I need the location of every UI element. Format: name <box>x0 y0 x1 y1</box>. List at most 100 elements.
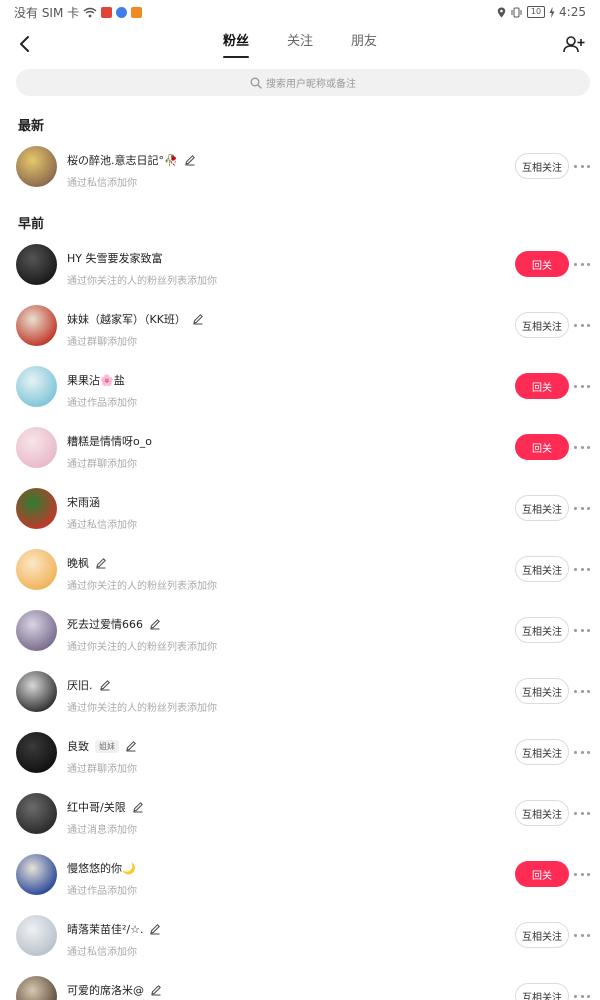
more-options-icon[interactable] <box>574 806 590 820</box>
search-input[interactable]: 搜索用户昵称或备注 <box>16 69 590 96</box>
more-options-icon[interactable] <box>574 379 590 393</box>
fan-row[interactable]: HY 失雪要发家致富通过你关注的人的粉丝列表添加你 回关 <box>0 244 600 305</box>
avatar[interactable] <box>16 915 57 956</box>
user-nickname[interactable]: 晴落茉苗佳²/☆. <box>67 921 143 937</box>
user-nickname[interactable]: 慢悠悠的你🌙 <box>67 860 136 876</box>
more-options-icon[interactable] <box>574 867 590 881</box>
follow-source-text: 通过你关注的人的粉丝列表添加你 <box>67 642 217 653</box>
avatar[interactable] <box>16 854 57 895</box>
edit-remark-icon[interactable] <box>192 313 204 325</box>
edit-remark-icon[interactable] <box>149 618 161 630</box>
follow-back-button[interactable]: 回关 <box>515 373 569 399</box>
name-line: HY 失雪要发家致富 <box>67 250 163 266</box>
tab-following[interactable]: 关注 <box>283 24 317 64</box>
fan-row[interactable]: 妹妹（越家军）（KK班） 通过群聊添加你 互相关注 <box>0 305 600 366</box>
avatar[interactable] <box>16 427 57 468</box>
more-dot <box>587 994 590 998</box>
avatar[interactable] <box>16 146 57 187</box>
more-dot <box>580 567 584 571</box>
user-nickname[interactable]: 死去过爱情666 <box>67 616 143 632</box>
avatar[interactable] <box>16 732 57 773</box>
fan-row[interactable]: 红中哥/关限 通过消息添加你 互相关注 <box>0 793 600 854</box>
edit-remark-icon[interactable] <box>132 801 144 813</box>
follow-source-text: 通过你关注的人的粉丝列表添加你 <box>67 276 217 287</box>
mutual-follow-button[interactable]: 互相关注 <box>515 153 569 179</box>
edit-remark-icon[interactable] <box>125 740 137 752</box>
mutual-follow-button[interactable]: 互相关注 <box>515 495 569 521</box>
avatar[interactable] <box>16 671 57 712</box>
fan-row[interactable]: 死去过爱情666 通过你关注的人的粉丝列表添加你 互相关注 <box>0 610 600 671</box>
avatar[interactable] <box>16 793 57 834</box>
user-nickname[interactable]: 厌旧. <box>67 677 93 693</box>
mutual-follow-button[interactable]: 互相关注 <box>515 922 569 948</box>
name-line: 桜の醉池.意志日記°🥀 <box>67 152 196 168</box>
fan-row[interactable]: 厌旧. 通过你关注的人的粉丝列表添加你 互相关注 <box>0 671 600 732</box>
more-dot <box>574 323 577 327</box>
more-options-icon[interactable] <box>574 318 590 332</box>
search-placeholder: 搜索用户昵称或备注 <box>266 79 356 90</box>
edit-remark-icon[interactable] <box>99 679 111 691</box>
mutual-follow-button[interactable]: 互相关注 <box>515 312 569 338</box>
avatar[interactable] <box>16 610 57 651</box>
fan-row[interactable]: 良致 姐妹 通过群聊添加你 互相关注 <box>0 732 600 793</box>
add-friend-button[interactable] <box>562 30 586 58</box>
fan-row[interactable]: 桜の醉池.意志日記°🥀 通过私信添加你 互相关注 <box>0 146 600 207</box>
more-dot <box>580 750 584 754</box>
user-nickname[interactable]: 果果沾🌸盐 <box>67 372 125 388</box>
location-icon <box>497 7 506 17</box>
tab-fans[interactable]: 粉丝 <box>219 24 253 64</box>
edit-remark-icon[interactable] <box>149 923 161 935</box>
user-nickname[interactable]: 晚枫 <box>67 555 89 571</box>
user-nickname[interactable]: 宋雨涵 <box>67 494 100 510</box>
avatar[interactable] <box>16 305 57 346</box>
mutual-follow-button[interactable]: 互相关注 <box>515 739 569 765</box>
mutual-follow-button[interactable]: 互相关注 <box>515 983 569 1000</box>
mutual-follow-button[interactable]: 互相关注 <box>515 556 569 582</box>
user-nickname[interactable]: 可爱的席洛米@ <box>67 982 144 998</box>
more-options-icon[interactable] <box>574 623 590 637</box>
fan-row[interactable]: 晚枫 通过你关注的人的粉丝列表添加你 互相关注 <box>0 549 600 610</box>
follow-back-button[interactable]: 回关 <box>515 861 569 887</box>
fan-row[interactable]: 糟糕是情情呀o_o 通过群聊添加你 回关 <box>0 427 600 488</box>
more-dot <box>574 567 577 571</box>
mutual-follow-button[interactable]: 互相关注 <box>515 678 569 704</box>
avatar[interactable] <box>16 244 57 285</box>
fan-row[interactable]: 可爱的席洛米@ 互相关注 <box>0 976 600 1000</box>
follow-back-button[interactable]: 回关 <box>515 434 569 460</box>
user-nickname[interactable]: 桜の醉池.意志日記°🥀 <box>67 152 178 168</box>
fan-row[interactable]: 宋雨涵 通过私信添加你 互相关注 <box>0 488 600 549</box>
edit-remark-icon[interactable] <box>184 154 196 166</box>
more-options-icon[interactable] <box>574 745 590 759</box>
more-options-icon[interactable] <box>574 989 590 1000</box>
more-dot <box>574 384 577 388</box>
more-dot <box>574 628 577 632</box>
more-options-icon[interactable] <box>574 501 590 515</box>
more-options-icon[interactable] <box>574 928 590 942</box>
user-nickname[interactable]: 妹妹（越家军）（KK班） <box>67 311 186 327</box>
more-dot <box>580 811 584 815</box>
user-nickname[interactable]: HY 失雪要发家致富 <box>67 250 163 266</box>
follow-back-button[interactable]: 回关 <box>515 251 569 277</box>
user-nickname[interactable]: 良致 <box>67 738 89 754</box>
user-nickname[interactable]: 红中哥/关限 <box>67 799 126 815</box>
user-nickname[interactable]: 糟糕是情情呀o_o <box>67 433 152 449</box>
mutual-follow-button[interactable]: 互相关注 <box>515 800 569 826</box>
avatar[interactable] <box>16 976 57 1000</box>
avatar[interactable] <box>16 488 57 529</box>
fan-row[interactable]: 慢悠悠的你🌙 通过作品添加你 回关 <box>0 854 600 915</box>
more-options-icon[interactable] <box>574 684 590 698</box>
more-options-icon[interactable] <box>574 257 590 271</box>
more-options-icon[interactable] <box>574 440 590 454</box>
fan-row[interactable]: 果果沾🌸盐 通过作品添加你 回关 <box>0 366 600 427</box>
edit-remark-icon[interactable] <box>150 984 162 996</box>
edit-remark-icon[interactable] <box>95 557 107 569</box>
name-line: 宋雨涵 <box>67 494 100 510</box>
avatar[interactable] <box>16 366 57 407</box>
avatar[interactable] <box>16 549 57 590</box>
name-line: 糟糕是情情呀o_o <box>67 433 152 449</box>
mutual-follow-button[interactable]: 互相关注 <box>515 617 569 643</box>
more-options-icon[interactable] <box>574 159 590 173</box>
tab-friends[interactable]: 朋友 <box>347 24 381 64</box>
fan-row[interactable]: 晴落茉苗佳²/☆. 通过私信添加你 互相关注 <box>0 915 600 976</box>
more-options-icon[interactable] <box>574 562 590 576</box>
